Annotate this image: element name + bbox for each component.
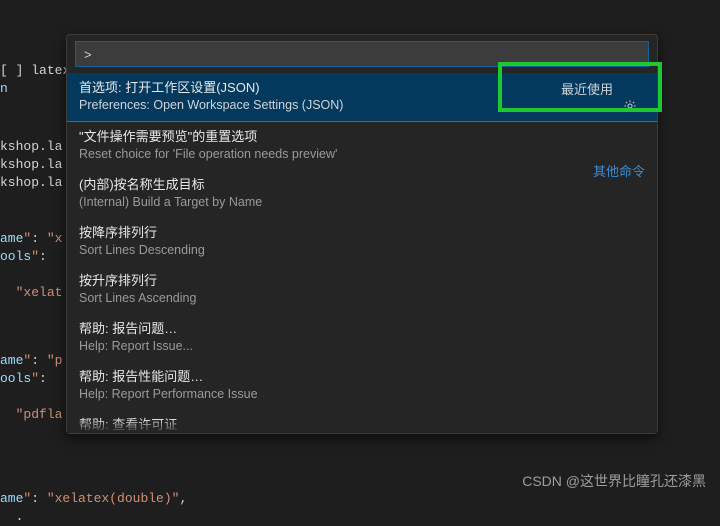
recently-used-label: 最近使用 [561, 79, 613, 98]
cmd-item-title: 按升序排列行 [79, 272, 645, 290]
cmd-item-subtitle: Sort Lines Descending [79, 242, 645, 259]
fade-overlay [67, 419, 657, 433]
code-string: "xelatex(double)" [47, 491, 180, 506]
gear-icon[interactable] [623, 99, 637, 113]
command-palette: 首选项: 打开工作区设置(JSON) Preferences: Open Wor… [66, 34, 658, 434]
cmd-item-subtitle: (Internal) Build a Target by Name [79, 194, 645, 211]
cmd-item-title: "文件操作需要预览"的重置选项 [79, 128, 645, 146]
cmd-item-reset-file-preview[interactable]: "文件操作需要预览"的重置选项 Reset choice for 'File o… [67, 122, 657, 170]
cmd-item-title: (内部)按名称生成目标 [79, 176, 645, 194]
cmd-item-subtitle: Sort Lines Ascending [79, 290, 645, 307]
cmd-item-subtitle: Preferences: Open Workspace Settings (JS… [79, 97, 645, 114]
cmd-item-title: 帮助: 报告性能问题… [79, 368, 645, 386]
cmd-item-sort-lines-asc[interactable]: 按升序排列行 Sort Lines Ascending [67, 266, 657, 314]
cmd-item-open-workspace-settings-json[interactable]: 首选项: 打开工作区设置(JSON) Preferences: Open Wor… [67, 73, 657, 122]
command-list: 首选项: 打开工作区设置(JSON) Preferences: Open Wor… [67, 73, 657, 433]
watermark: CSDN @这世界比瞳孔还漆黑 [522, 471, 706, 491]
cmd-item-subtitle: Help: Report Issue... [79, 338, 645, 355]
cmd-item-subtitle: Reset choice for 'File operation needs p… [79, 146, 645, 163]
cmd-item-help-report-issue[interactable]: 帮助: 报告问题… Help: Report Issue... [67, 314, 657, 362]
command-input[interactable] [75, 41, 649, 67]
cmd-item-title: 按降序排列行 [79, 224, 645, 242]
cmd-item-title: 帮助: 报告问题… [79, 320, 645, 338]
cmd-item-build-target-by-name[interactable]: (内部)按名称生成目标 (Internal) Build a Target by… [67, 170, 657, 218]
cmd-item-sort-lines-desc[interactable]: 按降序排列行 Sort Lines Descending [67, 218, 657, 266]
cmd-item-subtitle: Help: Report Performance Issue [79, 386, 645, 403]
cmd-item-help-report-perf-issue[interactable]: 帮助: 报告性能问题… Help: Report Performance Iss… [67, 362, 657, 410]
